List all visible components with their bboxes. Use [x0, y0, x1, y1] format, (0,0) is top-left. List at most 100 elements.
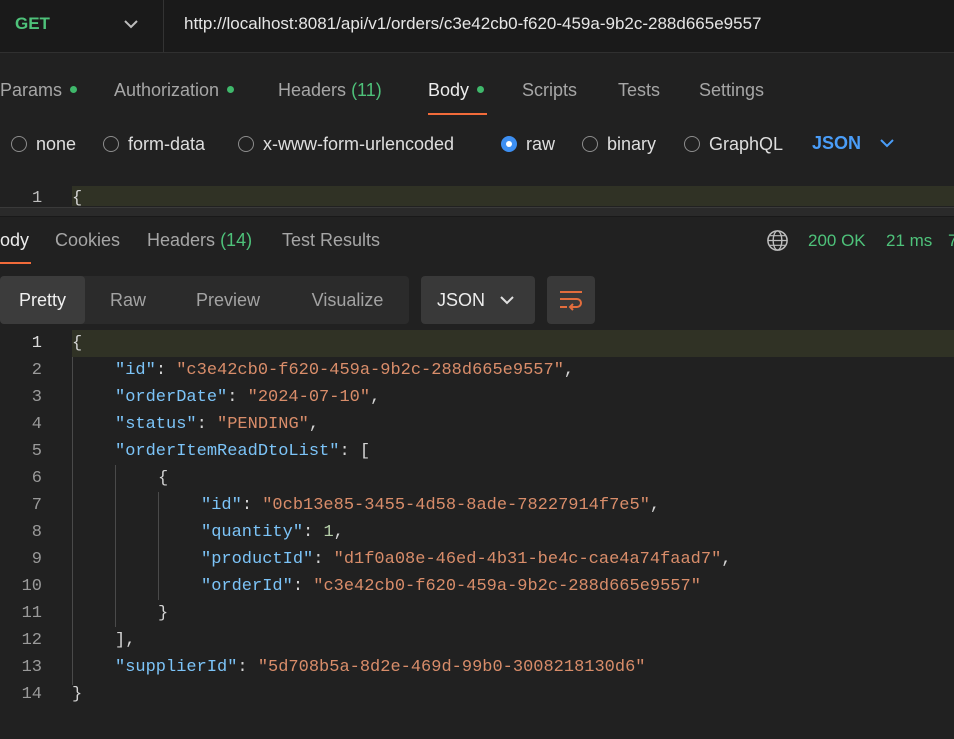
current-line-highlight: [72, 186, 954, 206]
active-tab-indicator: [428, 113, 487, 115]
radio-label: form-data: [128, 133, 206, 154]
radio-form-data[interactable]: form-data: [103, 133, 205, 155]
code-line: {: [158, 469, 169, 488]
method-label[interactable]: GET: [15, 14, 50, 34]
radio-circle[interactable]: [11, 136, 27, 152]
json-value: c3e42cb0-f620-459a-9b2c-288d665e9557: [186, 361, 554, 380]
json-string: "5d708b5a-8d2e-469d-99b0-3008218130d6": [257, 658, 646, 677]
code-line: "orderId": "c3e42cb0-f620-459a-9b2c-288d…: [201, 577, 701, 596]
line-number: 8: [31, 523, 42, 542]
tab-label: Body: [428, 80, 470, 100]
json-value: PENDING: [227, 415, 299, 434]
chevron-down-icon[interactable]: [878, 134, 896, 152]
line-number: 12: [21, 631, 42, 650]
json-key: "status": [115, 415, 197, 434]
radio-circle[interactable]: [238, 136, 254, 152]
tab-params[interactable]: Params: [0, 80, 78, 101]
tab-settings[interactable]: Settings: [699, 80, 764, 101]
view-mode-preview[interactable]: Preview: [183, 276, 273, 324]
json-value: 2024-07-10: [257, 388, 360, 407]
tab-label: Authorization: [114, 80, 220, 100]
json-number: 1: [323, 523, 334, 542]
tab-scripts[interactable]: Scripts: [522, 80, 577, 101]
radio-graphql[interactable]: GraphQL: [684, 133, 783, 155]
radio-binary[interactable]: binary: [582, 133, 656, 155]
status-badge[interactable]: 200 OK: [808, 231, 866, 251]
body-format-dropdown[interactable]: JSON: [812, 133, 861, 154]
tab-label: Tests: [618, 80, 661, 100]
url-input[interactable]: http://localhost:8081/api/v1/orders/c3e4…: [184, 14, 761, 34]
json-key: "productId": [201, 550, 314, 569]
radio-label: raw: [526, 133, 556, 154]
line-number: 2: [31, 361, 42, 380]
json-value: 0cb13e85-3455-4d58-8ade-78227914f7e5: [272, 496, 640, 515]
code-line: {: [72, 334, 83, 353]
radio-circle[interactable]: [684, 136, 700, 152]
radio-label: GraphQL: [709, 133, 784, 154]
pane-resize-handle[interactable]: [0, 207, 954, 217]
chevron-down-icon[interactable]: [122, 15, 140, 33]
tab-headers[interactable]: Headers (11): [278, 80, 382, 101]
tab-cookies[interactable]: Cookies: [55, 230, 120, 251]
line-number: 3: [31, 388, 42, 407]
tab-authorization[interactable]: Authorization: [114, 80, 235, 101]
status-dot: [70, 85, 78, 93]
line-number: 14: [21, 685, 42, 704]
indent-guide: [115, 465, 116, 627]
tab-test-results[interactable]: Test Results: [282, 230, 380, 251]
language-label[interactable]: JSON: [437, 290, 485, 311]
radio-none[interactable]: none: [11, 133, 76, 155]
line-number: 7: [31, 496, 42, 515]
line-number: 10: [21, 577, 42, 596]
radio-circle[interactable]: [582, 136, 598, 152]
json-string: "2024-07-10": [247, 388, 371, 407]
json-string: "PENDING": [217, 415, 309, 434]
line-number: 1: [32, 189, 43, 208]
active-tab-indicator: [0, 262, 31, 264]
radio-x-www-form-urlencoded[interactable]: x-www-form-urlencoded: [238, 133, 454, 155]
globe-icon[interactable]: [766, 229, 789, 252]
line-number: 11: [21, 604, 42, 623]
response-size[interactable]: 7: [948, 231, 954, 251]
code-line: "id": "c3e42cb0-f620-459a-9b2c-288d665e9…: [115, 361, 575, 380]
chevron-down-icon[interactable]: [498, 291, 516, 309]
response-time[interactable]: 21 ms: [886, 231, 932, 251]
indent-guide: [72, 357, 73, 685]
line-number: 1: [31, 334, 42, 353]
json-key: "orderId": [201, 577, 293, 596]
code-line: "status": "PENDING",: [115, 415, 320, 434]
radio-circle[interactable]: [103, 136, 119, 152]
tab-tests[interactable]: Tests: [618, 80, 660, 101]
radio-circle-selected[interactable]: [501, 136, 517, 152]
line-number: 9: [31, 550, 42, 569]
tab-response-headers[interactable]: Headers (14): [147, 230, 252, 251]
view-mode-visualize[interactable]: Visualize: [300, 276, 395, 324]
code-line: }: [158, 604, 169, 623]
line-number: 5: [31, 442, 42, 461]
tab-label: Headers: [147, 230, 216, 250]
tab-label: Params: [0, 80, 63, 100]
count-badge: (14): [220, 230, 253, 250]
code-line: "productId": "d1f0a08e-46ed-4b31-be4c-ca…: [201, 550, 732, 569]
view-mode-raw[interactable]: Raw: [91, 276, 165, 324]
indent-guide: [158, 492, 159, 600]
json-value: d1f0a08e-46ed-4b31-be4c-cae4a74faad7: [343, 550, 712, 569]
json-key: "id": [115, 361, 156, 380]
radio-label: binary: [607, 133, 657, 154]
code-line: "orderDate": "2024-07-10",: [115, 388, 381, 407]
tab-label: Settings: [699, 80, 765, 100]
tab-body[interactable]: Body: [428, 80, 485, 101]
json-key: "id": [201, 496, 242, 515]
wrap-lines-button[interactable]: [547, 276, 595, 324]
radio-raw[interactable]: raw: [501, 133, 555, 155]
line-number: 13: [21, 658, 42, 677]
view-mode-pretty[interactable]: Pretty: [0, 276, 85, 324]
line-number: 4: [31, 415, 42, 434]
json-string: "d1f0a08e-46ed-4b31-be4c-cae4a74faad7": [333, 550, 722, 569]
tab-response-body[interactable]: ody: [0, 230, 29, 251]
radio-label: none: [36, 133, 77, 154]
code-line: "supplierId": "5d708b5a-8d2e-469d-99b0-3…: [115, 658, 646, 677]
json-key: "orderItemReadDtoList": [115, 442, 340, 461]
request-body-editor[interactable]: {: [72, 189, 82, 208]
radio-label: x-www-form-urlencoded: [263, 133, 455, 154]
